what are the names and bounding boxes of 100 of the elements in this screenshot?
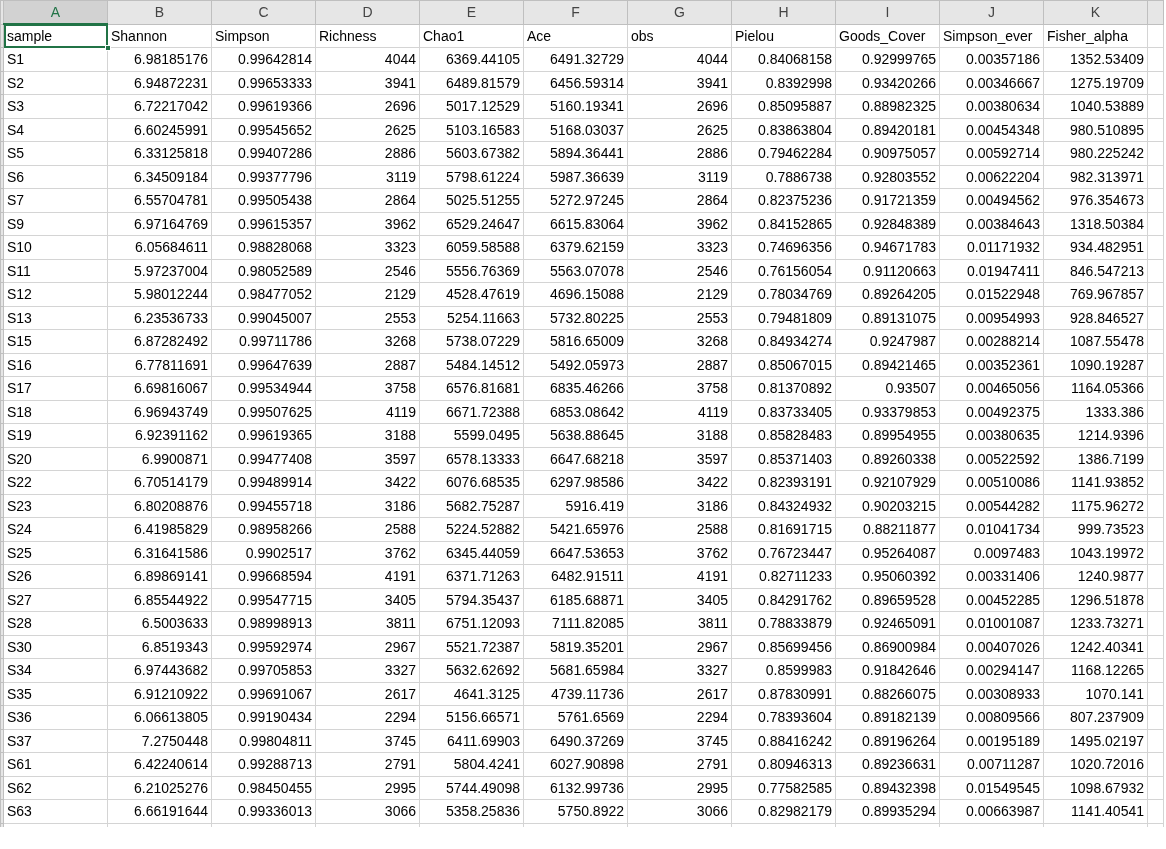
table-cell: 1164.05366 [1043, 376, 1148, 400]
table-cell: 2625 [315, 118, 420, 142]
table-cell: 6.23536733 [107, 306, 212, 330]
table-cell: 0.99615357 [211, 212, 316, 236]
table-cell: 6491.32729 [523, 47, 628, 71]
table-cell: 5156.66571 [419, 705, 524, 729]
table-cell: 0.99489914 [211, 470, 316, 494]
table-cell: 5732.80225 [523, 306, 628, 330]
table-cell: 5168.03037 [523, 118, 628, 142]
table-cell: 0.8599983 [731, 658, 836, 682]
column-header[interactable]: D [315, 0, 420, 24]
table-cell: 0.99045007 [211, 306, 316, 330]
column-header[interactable]: K [1043, 0, 1148, 24]
table-cell: S35 [3, 682, 108, 706]
table-cell: 3941 [627, 71, 732, 95]
table-cell: S17 [3, 376, 108, 400]
table-cell: 6647.68218 [523, 447, 628, 471]
table-cell: 0.85371403 [731, 447, 836, 471]
table-cell: 6.33125818 [107, 141, 212, 165]
table-cell: 0.74696356 [731, 235, 836, 259]
table-cell: 6132.99736 [523, 776, 628, 800]
table-cell: 0.79481809 [731, 306, 836, 330]
table-cell: 0.00465056 [939, 376, 1044, 400]
table-cell: 6.8519343 [107, 635, 212, 659]
table-cell: 0.93507 [835, 376, 940, 400]
table-cell: 0.01549545 [939, 776, 1044, 800]
table-cell: 0.00711287 [939, 752, 1044, 776]
table-cell: 0.91842646 [835, 658, 940, 682]
table-cell: 0.00592714 [939, 141, 1044, 165]
table-cell: 0.85095887 [731, 94, 836, 118]
table-cell: 0.87830991 [731, 682, 836, 706]
table-cell: S18 [3, 400, 108, 424]
column-header[interactable]: E [419, 0, 524, 24]
table-cell: 0.91721359 [835, 188, 940, 212]
table-cell: 3811 [315, 611, 420, 635]
table-cell: 5603.67382 [419, 141, 524, 165]
column-header[interactable]: J [939, 0, 1044, 24]
column-header[interactable]: G [627, 0, 732, 24]
table-cell: S20 [3, 447, 108, 471]
table-cell: 1318.50384 [1043, 212, 1148, 236]
column-header[interactable]: B [107, 0, 212, 24]
table-cell: 0.78393604 [731, 705, 836, 729]
table-cell: 2791 [627, 752, 732, 776]
table-cell: 6.69816067 [107, 376, 212, 400]
table-cell: 3188 [315, 423, 420, 447]
table-cell: 3962 [315, 212, 420, 236]
table-cell: 982.313971 [1043, 165, 1148, 189]
table-cell: 0.99407286 [211, 141, 316, 165]
column-header[interactable]: I [835, 0, 940, 24]
table-cell: 3758 [627, 376, 732, 400]
table-cell: 0.88266075 [835, 682, 940, 706]
table-cell: 6369.44105 [419, 47, 524, 71]
table-cell: 5638.88645 [523, 423, 628, 447]
table-cell: 934.482951 [1043, 235, 1148, 259]
table-cell: 6.31641586 [107, 541, 212, 565]
table-cell: 4119 [315, 400, 420, 424]
table-cell: S23 [3, 494, 108, 518]
table-cell: 976.354673 [1043, 188, 1148, 212]
table-cell: 2588 [627, 517, 732, 541]
table-cell: 0.82711233 [731, 564, 836, 588]
table-cell: S63 [3, 799, 108, 823]
table-cell: 0.99592974 [211, 635, 316, 659]
table-cell: 0.99190434 [211, 705, 316, 729]
table-cell: 3066 [315, 799, 420, 823]
table-cell: 0.00380635 [939, 423, 1044, 447]
table-cell: 0.81691715 [731, 517, 836, 541]
table-cell: 3405 [315, 588, 420, 612]
table-cell: 6371.71263 [419, 564, 524, 588]
table-cell: 1495.02197 [1043, 729, 1148, 753]
header-cell: Ace [523, 24, 628, 48]
table-cell: 6835.46266 [523, 376, 628, 400]
table-cell: 5987.36639 [523, 165, 628, 189]
table-cell: 2995 [627, 776, 732, 800]
table-cell: 0.90203215 [835, 494, 940, 518]
column-header[interactable]: H [731, 0, 836, 24]
table-cell: 1214.9396 [1043, 423, 1148, 447]
table-cell: S30 [3, 635, 108, 659]
table-cell: 0.00522592 [939, 447, 1044, 471]
table-cell: 0.99668594 [211, 564, 316, 588]
table-cell: 2129 [627, 282, 732, 306]
table-cell: 1242.40341 [1043, 635, 1148, 659]
table-cell: 5.98012244 [107, 282, 212, 306]
table-cell: 1240.9877 [1043, 564, 1148, 588]
table-cell: 2553 [627, 306, 732, 330]
header-cell: Fisher_alpha [1043, 24, 1148, 48]
table-cell: 0.0097483 [939, 541, 1044, 565]
table-cell: 5025.51255 [419, 188, 524, 212]
column-header[interactable]: F [523, 0, 628, 24]
table-cell: 6853.08642 [523, 400, 628, 424]
table-cell: 980.510895 [1043, 118, 1148, 142]
table-cell: 0.89954955 [835, 423, 940, 447]
table-cell: 0.89196264 [835, 729, 940, 753]
column-header[interactable]: C [211, 0, 316, 24]
table-cell: 4044 [627, 47, 732, 71]
table-cell: 5224.52882 [419, 517, 524, 541]
column-header[interactable]: A [3, 0, 108, 24]
table-cell: 2887 [627, 353, 732, 377]
table-cell: 6.70514179 [107, 470, 212, 494]
table-cell: 4641.3125 [419, 682, 524, 706]
table-cell: 2617 [627, 682, 732, 706]
